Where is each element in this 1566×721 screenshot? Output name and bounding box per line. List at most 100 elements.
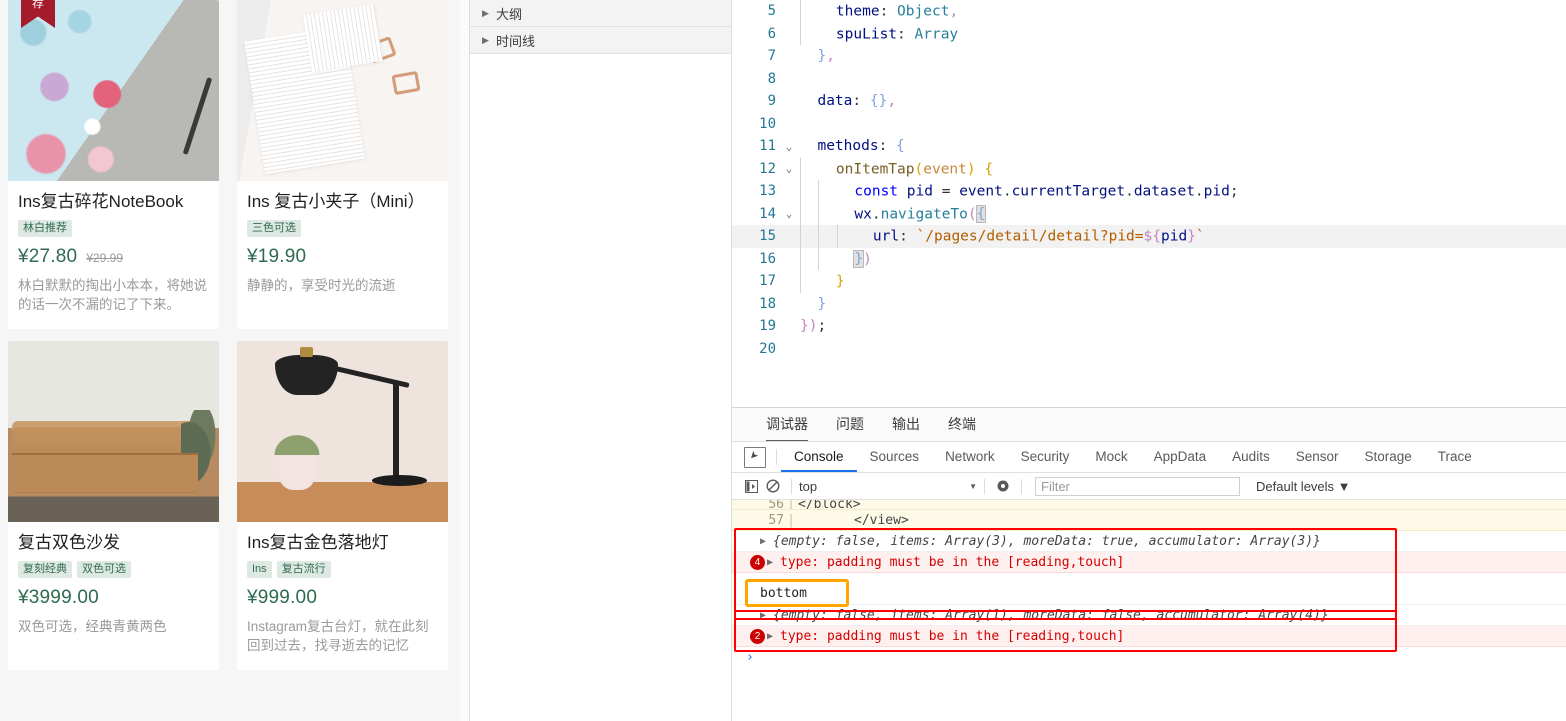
product-tags: 林白推荐 xyxy=(18,219,209,237)
product-tag: 复古流行 xyxy=(276,560,331,578)
console-input-prompt[interactable]: › xyxy=(732,647,1566,668)
console-settings-eye-icon[interactable] xyxy=(992,475,1014,497)
console-message-text: type: padding must be in the [reading,to… xyxy=(780,628,1125,644)
console-output[interactable]: 56 | </block> 57 | </view> ▶ {empty: fal… xyxy=(732,500,1566,721)
console-message-text: type: padding must be in the [reading,to… xyxy=(780,554,1125,570)
line-number: 8 xyxy=(767,70,776,87)
code-line[interactable]: 16 }) xyxy=(732,247,1566,270)
expand-triangle-icon[interactable]: ▶ xyxy=(760,536,773,547)
section-timeline-label: 时间线 xyxy=(496,33,536,49)
chevron-right-icon: ▶ xyxy=(482,34,489,45)
tab-problems[interactable]: 问题 xyxy=(822,414,878,441)
code-line-selected[interactable]: 15 url: `/pages/detail/detail?pid=${pid}… xyxy=(732,225,1566,248)
code-line[interactable]: 20 xyxy=(732,338,1566,361)
product-old-price: ¥29.99 xyxy=(86,250,124,265)
console-error-message[interactable]: 4 ▶ type: padding must be in the [readin… xyxy=(732,552,1566,573)
tab-debugger[interactable]: 调试器 xyxy=(752,414,822,441)
expand-triangle-icon[interactable]: ▶ xyxy=(767,557,780,568)
code-line[interactable]: 14 ⌄ wx.navigateTo({ xyxy=(732,202,1566,225)
console-toolbar: top ▼ Filter Default levels ▼ xyxy=(732,473,1566,500)
product-price: ¥3999.00 xyxy=(18,586,99,608)
code-line[interactable]: 11 ⌄ methods: { xyxy=(732,135,1566,158)
fold-toggle[interactable]: ⌄ xyxy=(778,140,800,153)
code-line[interactable]: 19 }); xyxy=(732,315,1566,338)
code-line[interactable]: 5 theme: Object, xyxy=(732,0,1566,23)
line-number: 15 xyxy=(759,228,776,245)
product-price: ¥999.00 xyxy=(247,586,318,608)
inspect-element-icon[interactable] xyxy=(744,446,766,468)
line-number: 10 xyxy=(759,115,776,132)
fold-toggle[interactable]: ⌄ xyxy=(778,162,800,175)
fold-toggle[interactable]: ⌄ xyxy=(778,207,800,220)
tab-security[interactable]: Security xyxy=(1008,443,1083,472)
product-tags: Ins 复古流行 xyxy=(247,560,438,578)
console-levels-dropdown[interactable]: Default levels ▼ xyxy=(1256,479,1351,494)
expand-triangle-icon[interactable]: ▶ xyxy=(767,631,780,642)
console-filter-input[interactable]: Filter xyxy=(1035,476,1240,496)
tooltip-text: bottom xyxy=(760,585,807,601)
devtools-panel-tabs: 调试器 问题 输出 终端 xyxy=(732,408,1566,442)
product-description: 林白默默的掏出小本本，将她说的话一次不漏的记了下来。 xyxy=(18,277,207,313)
line-number: 13 xyxy=(759,183,776,200)
code-line[interactable]: 18 } xyxy=(732,293,1566,316)
product-card[interactable]: Ins 复古小夹子（Mini） 三色可选 ¥19.90 静静的，享受时光的流逝 xyxy=(237,0,448,329)
tab-output[interactable]: 输出 xyxy=(878,414,934,441)
code-editor[interactable]: 5 theme: Object, 6 spuList: Array 7 }, 8 xyxy=(732,0,1566,407)
product-tag: 复刻经典 xyxy=(18,560,72,578)
line-number: 7 xyxy=(767,48,776,65)
chevron-right-icon: ▶ xyxy=(482,7,489,18)
product-card[interactable]: 复古双色沙发 复刻经典 双色可选 ¥3999.00 双色可选，经典青黄两色 xyxy=(8,340,219,670)
line-number: 20 xyxy=(759,340,776,357)
tab-storage[interactable]: Storage xyxy=(1351,443,1424,472)
line-number: 12 xyxy=(759,160,776,177)
product-card[interactable]: Ins复古金色落地灯 Ins 复古流行 ¥999.00 Instagram复古台… xyxy=(237,340,448,670)
tab-network[interactable]: Network xyxy=(932,443,1008,472)
prompt-caret-icon: › xyxy=(746,650,754,665)
tab-sensor[interactable]: Sensor xyxy=(1283,443,1352,472)
simulator-preview[interactable]: 荐 Ins复古碎花NoteBook 林白推荐 ¥27.80 ¥29.99 林白默… xyxy=(0,0,470,721)
expand-triangle-icon[interactable]: ▶ xyxy=(760,610,773,621)
code-text: methods: { xyxy=(817,138,905,155)
tab-audits[interactable]: Audits xyxy=(1219,443,1283,472)
product-description: 双色可选，经典青黄两色 xyxy=(18,618,167,634)
console-error-message[interactable]: 2 ▶ type: padding must be in the [readin… xyxy=(732,626,1566,647)
tab-sources[interactable]: Sources xyxy=(857,443,933,472)
sidebar-toggle-icon[interactable] xyxy=(740,475,762,497)
line-number: 17 xyxy=(759,273,776,290)
annotation-bottom-tooltip: bottom xyxy=(745,579,849,607)
code-line[interactable]: 7 }, xyxy=(732,45,1566,68)
product-image[interactable] xyxy=(8,0,219,182)
code-line[interactable]: 6 spuList: Array xyxy=(732,22,1566,45)
section-timeline[interactable]: ▶ 时间线 xyxy=(470,27,731,54)
console-log-message[interactable]: ▶ {empty: false, items: Array(1), moreDa… xyxy=(732,605,1566,626)
tab-console[interactable]: Console xyxy=(781,443,857,472)
code-text: }, xyxy=(817,48,835,65)
tab-appdata[interactable]: AppData xyxy=(1141,443,1220,472)
code-text: onItemTap(event) { xyxy=(800,157,993,180)
console-log-message[interactable]: ▶ {empty: false, items: Array(3), moreDa… xyxy=(732,531,1566,552)
code-line[interactable]: 8 xyxy=(732,68,1566,91)
tab-terminal[interactable]: 终端 xyxy=(934,414,990,441)
code-line[interactable]: 12 ⌄ onItemTap(event) { xyxy=(732,157,1566,180)
chevron-down-icon: ▼ xyxy=(969,481,977,491)
product-image[interactable] xyxy=(237,340,448,523)
product-image[interactable] xyxy=(237,0,448,182)
product-image[interactable] xyxy=(8,340,219,523)
clear-console-icon[interactable] xyxy=(762,475,784,497)
section-outline-label: 大纲 xyxy=(496,6,523,22)
console-log-message[interactable] xyxy=(732,573,1566,605)
code-line[interactable]: 17 } xyxy=(732,270,1566,293)
simulator-scrollbar[interactable] xyxy=(460,0,469,721)
product-card[interactable]: 荐 Ins复古碎花NoteBook 林白推荐 ¥27.80 ¥29.99 林白默… xyxy=(8,0,219,329)
product-price: ¥27.80 xyxy=(18,245,78,267)
code-text: url: `/pages/detail/detail?pid=${pid}` xyxy=(800,225,1205,248)
fragment-text: </block> xyxy=(798,500,861,510)
section-outline[interactable]: ▶ 大纲 xyxy=(470,0,731,27)
console-context-selector[interactable]: top ▼ xyxy=(799,479,977,494)
code-line[interactable]: 9 data: {}, xyxy=(732,90,1566,113)
tab-mock[interactable]: Mock xyxy=(1082,443,1140,472)
code-line[interactable]: 13 const pid = event.currentTarget.datas… xyxy=(732,180,1566,203)
console-code-fragment: 56 | </block> xyxy=(732,500,1566,510)
tab-trace[interactable]: Trace xyxy=(1425,443,1485,472)
code-line[interactable]: 10 xyxy=(732,113,1566,136)
